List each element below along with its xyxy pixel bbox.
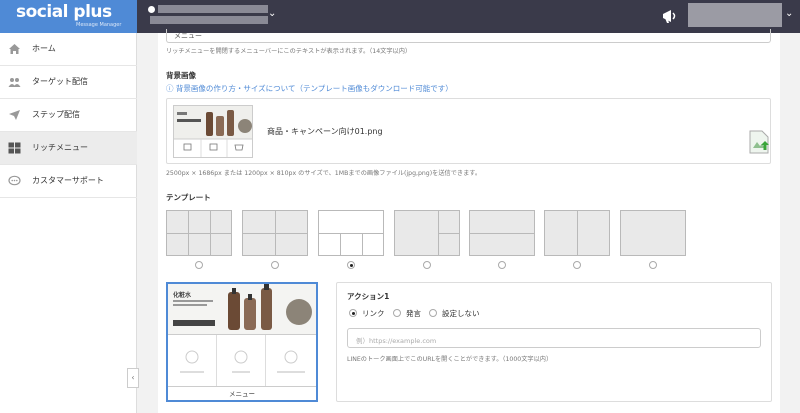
sidebar: ホーム ターゲット配信 ステップ配信 リッチメニュー カスタマーサポート <box>0 33 137 413</box>
sidebar-item-label: ターゲット配信 <box>32 77 88 86</box>
action-radio-none[interactable] <box>429 309 437 317</box>
image-file-icon[interactable] <box>749 130 769 154</box>
menu-text-hint: リッチメニューを開閉するメニューバーにこのテキストが表示されます。（14文字以内… <box>166 48 412 55</box>
file-name: 商品・キャンペーン向け01.png <box>267 127 383 136</box>
template-radio-2[interactable] <box>271 261 279 269</box>
sidebar-item-label: リッチメニュー <box>32 143 88 152</box>
brand-tagline: Message Manager <box>76 22 122 28</box>
sidebar-item-richmenu[interactable]: リッチメニュー <box>0 132 137 165</box>
grid-icon <box>8 142 21 154</box>
users-icon <box>8 78 21 87</box>
help-circle-icon: ⓘ <box>166 84 176 93</box>
action-title: アクション1 <box>347 292 390 301</box>
action-option-message[interactable]: 発言 <box>406 308 421 319</box>
preview-area-1[interactable]: 化粧水 <box>168 284 316 334</box>
chevron-down-icon[interactable]: ⌄ <box>268 8 276 19</box>
preview-menu-bar: メニュー <box>168 386 316 400</box>
account-id-redacted <box>150 16 268 24</box>
template-radio-3[interactable] <box>347 261 355 269</box>
action-option-none[interactable]: 設定しない <box>442 308 480 319</box>
richmenu-preview[interactable]: 化粧水 メニュー <box>166 282 318 402</box>
url-hint: LINEのトーク画面上でこのURLを開くことができます。（1000文字以内） <box>347 356 553 363</box>
template-radio-4[interactable] <box>423 261 431 269</box>
preview-banner-image <box>173 284 312 330</box>
sidebar-item-label: カスタマーサポート <box>32 176 104 185</box>
template-option-5[interactable] <box>469 210 535 256</box>
background-size-hint: 2500px × 1686px または 1200px × 810px のサイズで… <box>166 170 482 177</box>
logo[interactable]: social plus Message Manager <box>0 0 137 33</box>
preview-area-2-icon <box>180 350 204 373</box>
background-help-link[interactable]: ⓘ 背景画像の作り方・サイズについて（テンプレート画像もダウンロード可能です） <box>166 83 453 94</box>
send-icon <box>9 110 20 120</box>
sidebar-item-target[interactable]: ターゲット配信 <box>0 66 137 99</box>
sidebar-item-step[interactable]: ステップ配信 <box>0 99 137 132</box>
template-option-4[interactable] <box>394 210 460 256</box>
template-radio-1[interactable] <box>195 261 203 269</box>
thumbnail-image <box>174 106 252 157</box>
home-icon <box>9 44 20 54</box>
user-chevron-down-icon[interactable]: ⌄ <box>785 8 793 19</box>
action-option-link[interactable]: リンク <box>362 308 385 319</box>
action-radio-link[interactable] <box>349 309 357 317</box>
preview-area-4-icon <box>277 350 305 373</box>
action-panel: アクション1 リンク 発言 設定しない 例）https://example.co… <box>336 282 772 402</box>
background-help-link-text: 背景画像の作り方・サイズについて（テンプレート画像もダウンロード可能です） <box>175 84 453 93</box>
preview-area-3-icon <box>232 350 250 373</box>
account-icon <box>148 6 155 13</box>
preview-area-4[interactable] <box>266 335 315 387</box>
background-upload-area[interactable]: 商品・キャンペーン向け01.png <box>166 98 771 164</box>
template-radio-7[interactable] <box>649 261 657 269</box>
url-input[interactable]: 例）https://example.com <box>347 328 761 348</box>
template-option-2[interactable] <box>242 210 308 256</box>
account-name-redacted <box>158 5 268 13</box>
action-radio-message[interactable] <box>393 309 401 317</box>
background-image-label: 背景画像 <box>166 71 196 80</box>
template-option-1[interactable] <box>166 210 232 256</box>
user-menu[interactable] <box>688 3 782 27</box>
template-option-6[interactable] <box>544 210 610 256</box>
sidebar-item-label: ステップ配信 <box>32 110 80 119</box>
sidebar-item-home[interactable]: ホーム <box>0 33 137 66</box>
sidebar-collapse-button[interactable]: ‹ <box>127 368 139 388</box>
preview-area-2[interactable] <box>168 335 217 387</box>
template-radio-6[interactable] <box>573 261 581 269</box>
template-radio-5[interactable] <box>498 261 506 269</box>
template-label: テンプレート <box>166 193 211 202</box>
menu-text-input[interactable]: メニュー <box>166 29 771 43</box>
brand-name: social plus <box>16 2 112 22</box>
preview-cells <box>168 334 316 387</box>
megaphone-icon[interactable] <box>660 6 682 26</box>
background-thumbnail <box>173 105 253 158</box>
richmenu-editor-card: メニュー リッチメニューを開閉するメニューバーにこのテキストが表示されます。（1… <box>158 29 780 413</box>
sidebar-item-support[interactable]: カスタマーサポート <box>0 165 137 198</box>
chat-icon <box>8 175 21 186</box>
template-option-7[interactable] <box>620 210 686 256</box>
sidebar-item-label: ホーム <box>32 44 56 53</box>
template-option-3[interactable] <box>318 210 384 256</box>
preview-area-3[interactable] <box>217 335 266 387</box>
